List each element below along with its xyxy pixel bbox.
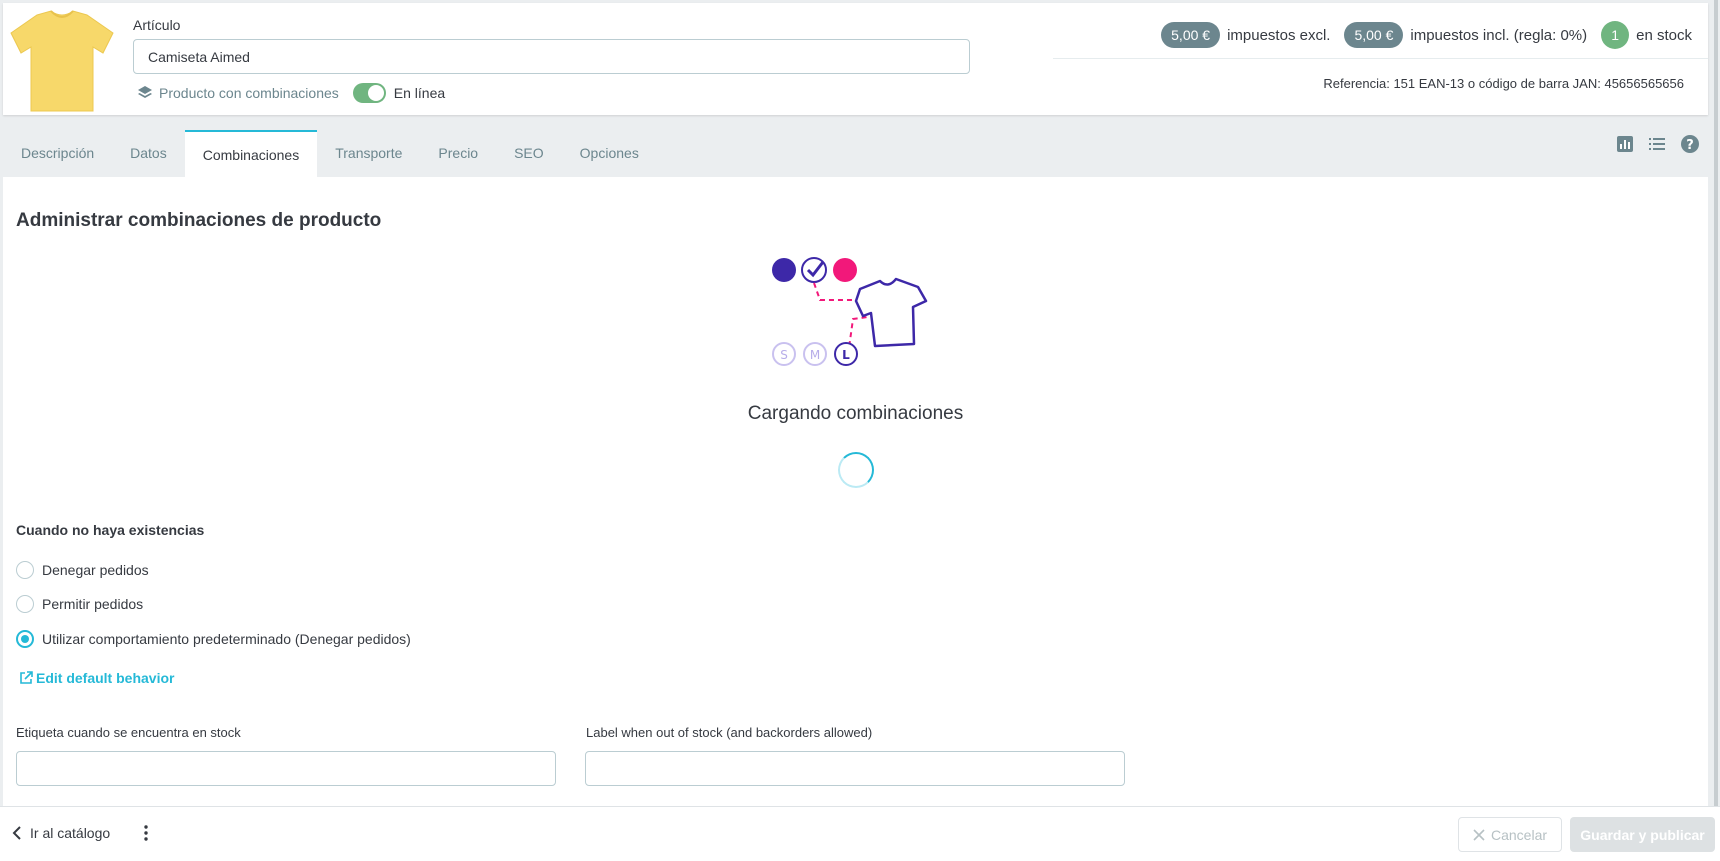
price-excl-text: impuestos excl. xyxy=(1227,26,1331,44)
radio-allow-orders[interactable]: Permitir pedidos xyxy=(16,595,143,613)
back-to-catalog-link[interactable]: Ir al catálogo xyxy=(12,825,110,841)
external-link-icon xyxy=(20,671,33,684)
stock-badge: 1 xyxy=(1601,21,1630,49)
size-l-label: L xyxy=(842,348,850,362)
online-label: En línea xyxy=(393,85,446,101)
radio-button[interactable] xyxy=(16,630,34,648)
combinations-label[interactable]: Producto con combinaciones xyxy=(159,85,339,101)
out-of-stock-label: Label when out of stock (and backorders … xyxy=(586,725,873,740)
size-s-label: S xyxy=(780,348,788,362)
stock-text: en stock xyxy=(1636,26,1692,44)
combinations-row: Producto con combinaciones En línea xyxy=(137,83,445,103)
tab-datos[interactable]: Datos xyxy=(112,130,185,177)
combinations-illustration: S M L xyxy=(772,257,928,366)
loading-text: Cargando combinaciones xyxy=(747,403,964,424)
radio-deny-orders[interactable]: Denegar pedidos xyxy=(16,561,149,579)
in-stock-label-input[interactable] xyxy=(16,751,556,786)
radio-label[interactable]: Utilizar comportamiento predeterminado (… xyxy=(42,631,411,647)
close-icon xyxy=(1473,828,1485,841)
article-label: Artículo xyxy=(133,17,181,33)
tab-seo[interactable]: SEO xyxy=(496,130,562,177)
tab-combinaciones[interactable]: Combinaciones xyxy=(184,130,318,177)
edit-link-label[interactable]: Edit default behavior xyxy=(36,670,174,686)
svg-text:?: ? xyxy=(1686,138,1694,153)
radio-button[interactable] xyxy=(16,561,34,579)
back-label[interactable]: Ir al catálogo xyxy=(30,825,110,841)
chevron-left-icon xyxy=(12,826,21,840)
price-summary: 5,00 € impuestos excl. 5,00 € impuestos … xyxy=(1161,21,1692,49)
price-incl-badge: 5,00 € xyxy=(1344,22,1404,48)
layers-icon xyxy=(138,86,152,98)
header-tools: ? xyxy=(1616,134,1700,154)
in-stock-label: Etiqueta cuando se encuentra en stock xyxy=(16,725,241,740)
save-publish-button[interactable]: Guardar y publicar xyxy=(1570,817,1715,852)
edit-default-behavior-link[interactable]: Edit default behavior xyxy=(18,670,174,686)
tab-opciones[interactable]: Opciones xyxy=(562,130,657,177)
radio-label[interactable]: Permitir pedidos xyxy=(42,596,143,612)
product-header: Artículo Producto con combinaciones En l… xyxy=(3,3,1708,115)
radio-default-behavior[interactable]: Utilizar comportamiento predeterminado (… xyxy=(16,630,411,648)
size-m-label: M xyxy=(810,348,820,362)
price-excl-badge: 5,00 € xyxy=(1161,22,1221,48)
loading-spinner xyxy=(838,452,874,488)
tab-transporte[interactable]: Transporte xyxy=(317,130,420,177)
radio-button[interactable] xyxy=(16,595,34,613)
stats-icon[interactable] xyxy=(1616,135,1634,153)
tab-precio[interactable]: Precio xyxy=(420,130,496,177)
help-icon[interactable]: ? xyxy=(1680,134,1700,154)
price-incl-text: impuestos incl. (regla: 0%) xyxy=(1410,26,1588,44)
reference-line: Referencia: 151 EAN-13 o código de barra… xyxy=(1323,76,1684,91)
footer-bar: Ir al catálogo Cancelar Guardar y public… xyxy=(0,806,1720,861)
product-thumbnail[interactable] xyxy=(7,9,117,113)
summary-divider xyxy=(1053,58,1708,59)
list-icon[interactable] xyxy=(1648,135,1666,153)
combinations-panel: Administrar combinaciones de producto S … xyxy=(3,177,1708,807)
product-name-input[interactable] xyxy=(133,39,970,74)
out-of-stock-title: Cuando no haya existencias xyxy=(16,522,205,538)
cancel-label[interactable]: Cancelar xyxy=(1491,827,1547,843)
tab-descripcion[interactable]: Descripción xyxy=(3,130,112,177)
out-of-stock-label-input[interactable] xyxy=(585,751,1125,786)
scrollbar-thumb[interactable] xyxy=(1714,0,1718,806)
page-scrollbar[interactable] xyxy=(1710,0,1720,806)
more-options-icon[interactable] xyxy=(144,825,148,841)
cancel-button[interactable]: Cancelar xyxy=(1458,817,1562,852)
product-tabs: Descripción Datos Combinaciones Transpor… xyxy=(3,130,657,177)
page-title: Administrar combinaciones de producto xyxy=(16,210,382,231)
online-toggle[interactable] xyxy=(352,83,386,103)
radio-label[interactable]: Denegar pedidos xyxy=(42,562,149,578)
